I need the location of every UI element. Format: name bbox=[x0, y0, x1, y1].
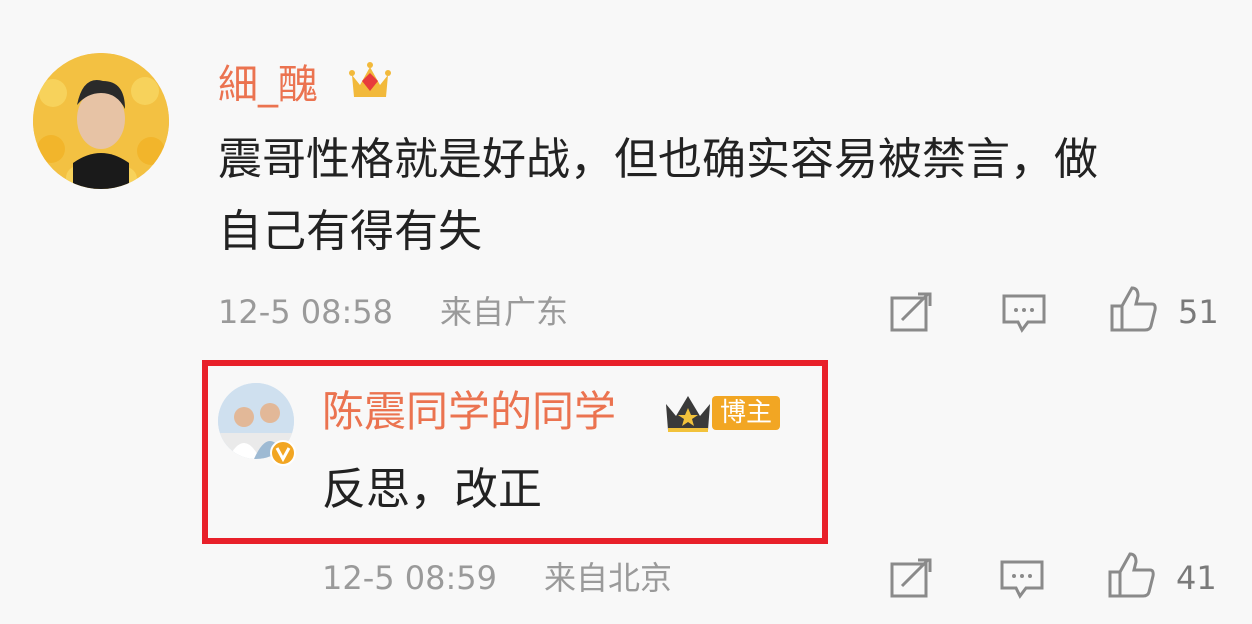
verified-v-icon bbox=[270, 440, 296, 466]
reply-text: 反思，改正 bbox=[322, 464, 542, 515]
reply-author-name[interactable]: 陈震同学的同学 bbox=[322, 386, 616, 438]
crown-icon bbox=[662, 390, 714, 436]
blogger-role-badge: 博主 bbox=[712, 396, 781, 430]
repost-icon[interactable] bbox=[888, 290, 936, 334]
reply-like-icon[interactable] bbox=[1106, 550, 1158, 600]
crown-diamond-icon bbox=[346, 57, 394, 105]
reply-like-count: 41 bbox=[1176, 559, 1217, 597]
commenter-name[interactable]: 細_醜 bbox=[218, 60, 318, 110]
comment-icon[interactable] bbox=[1000, 292, 1048, 334]
like-icon[interactable] bbox=[1108, 284, 1160, 334]
reply-time: 12-5 08:59 bbox=[322, 559, 498, 597]
reply-location: 来自北京 bbox=[544, 559, 673, 597]
commenter-avatar[interactable] bbox=[33, 53, 169, 189]
comment-text-line-2: 自己有得有失 bbox=[218, 206, 482, 257]
like-count: 51 bbox=[1178, 293, 1219, 331]
reply-comment-icon[interactable] bbox=[998, 558, 1046, 600]
comment-text-line-1: 震哥性格就是好战，但也确实容易被禁言，做 bbox=[218, 134, 1098, 185]
reply-repost-icon[interactable] bbox=[888, 556, 936, 600]
comment-time: 12-5 08:58 bbox=[218, 293, 394, 331]
comment-location: 来自广东 bbox=[440, 293, 569, 331]
